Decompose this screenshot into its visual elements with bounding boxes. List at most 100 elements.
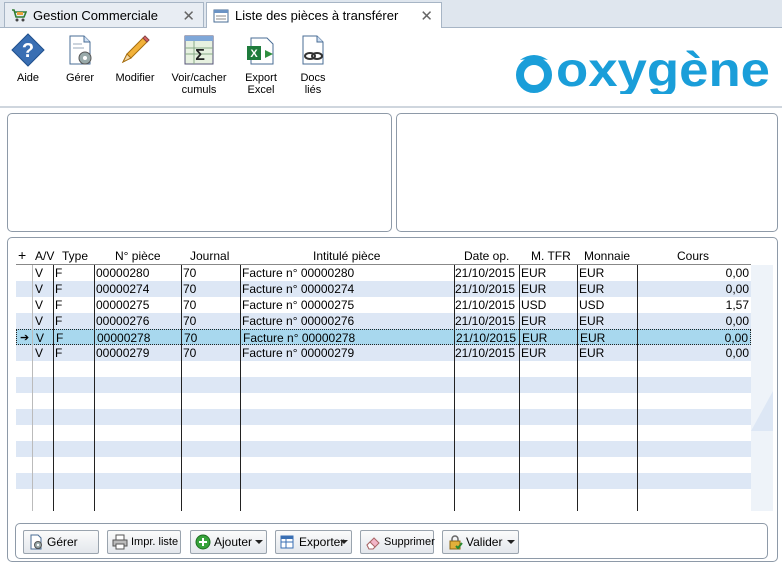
col-cours[interactable]: Cours <box>677 249 709 263</box>
cell-cours: 0,00 <box>725 266 749 280</box>
cell-journal: 70 <box>183 266 197 280</box>
empty-row[interactable] <box>16 377 751 393</box>
empty-row[interactable] <box>16 473 751 489</box>
palm-tree-icon <box>516 55 552 93</box>
docs-label-2: liés <box>304 84 322 96</box>
cell-intitule: Facture n° 00000276 <box>242 314 355 328</box>
tab-bar: Gestion Commerciale ✕ Liste des pièces à… <box>0 0 782 28</box>
empty-row[interactable] <box>16 457 751 473</box>
table-row[interactable]: V F 00000279 70 Facture n° 00000279 21/10/201… <box>16 345 751 361</box>
chevron-down-icon <box>507 540 515 544</box>
grid-header: + A/V Type N° pièce Journal Intitulé piè… <box>16 247 751 265</box>
col-type[interactable]: Type <box>62 249 88 263</box>
gerer-button-label: Gérer <box>47 535 78 549</box>
tab-gestion-commerciale[interactable]: Gestion Commerciale ✕ <box>4 2 204 27</box>
voir-cacher-cumuls-button[interactable]: Σ Voir/cacher cumuls <box>170 32 228 96</box>
empty-row[interactable] <box>16 361 751 377</box>
col-date-op[interactable]: Date op. <box>464 249 509 263</box>
toolbar: ? Aide Gérer Modifier Σ Voir/cacher cumu… <box>0 28 782 107</box>
tab-label: Liste des pièces à transférer <box>235 8 399 23</box>
exporter-label: Exporter <box>299 535 345 549</box>
aide-button[interactable]: ? Aide <box>8 32 48 84</box>
cell-type: F <box>56 331 64 345</box>
empty-row[interactable] <box>16 393 751 409</box>
voir-label-2: cumuls <box>181 84 217 96</box>
col-m-tfr[interactable]: M. TFR <box>531 249 571 263</box>
empty-row[interactable] <box>16 425 751 441</box>
impr-liste-button[interactable]: Impr. liste <box>107 530 181 554</box>
cell-av: V <box>35 298 44 312</box>
cell-monnaie: USD <box>579 298 605 312</box>
pieces-grid: + A/V Type N° pièce Journal Intitulé piè… <box>16 247 751 511</box>
cell-num: 00000275 <box>96 298 150 312</box>
voir-label-1: Voir/cacher <box>171 72 227 84</box>
cell-date: 21/10/2015 <box>455 346 516 360</box>
chevron-down-icon <box>255 540 263 544</box>
cell-intitule: Facture n° 00000280 <box>242 266 355 280</box>
cell-num: 00000280 <box>96 266 150 280</box>
export-table-icon <box>280 535 294 549</box>
close-icon[interactable]: ✕ <box>182 7 195 25</box>
cell-cours: 0,00 <box>725 346 749 360</box>
close-icon[interactable]: ✕ <box>420 7 433 25</box>
toolbar-divider <box>0 106 782 108</box>
supprimer-label: Supprimer <box>384 536 435 548</box>
table-row[interactable]: V F 00000275 70 Facture n° 00000275 21/10/201… <box>16 297 751 313</box>
cell-intitule: Facture n° 00000275 <box>242 298 355 312</box>
left-info-panel <box>7 113 392 232</box>
empty-row[interactable] <box>16 441 751 457</box>
excel-export-icon: X <box>247 37 274 65</box>
table-row[interactable]: ➔ V F 00000278 70 Facture n° 00000278 21/10/20… <box>16 329 751 345</box>
cell-date: 21/10/2015 <box>455 298 516 312</box>
col-divider <box>519 265 520 511</box>
docs-label-1: Docs <box>300 72 326 84</box>
cell-num: 00000274 <box>96 282 150 296</box>
gerer-button[interactable]: Gérer <box>23 530 99 554</box>
cell-monnaie: EUR <box>579 314 605 328</box>
cell-journal: 70 <box>183 282 197 296</box>
supprimer-button[interactable]: Supprimer <box>360 530 435 554</box>
valider-button[interactable]: Valider <box>442 530 519 554</box>
table-row[interactable]: V F 00000280 70 Facture n° 00000280 21/10/201… <box>16 265 751 281</box>
cell-mtfr: USD <box>521 298 547 312</box>
export-label-2: Excel <box>247 84 275 96</box>
empty-row[interactable] <box>16 409 751 425</box>
cell-journal: 70 <box>184 331 198 345</box>
grid-scrollbar[interactable] <box>751 265 773 511</box>
modifier-button[interactable]: Modifier <box>112 32 158 84</box>
table-row[interactable]: V F 00000276 70 Facture n° 00000276 21/10/201… <box>16 313 751 329</box>
ajouter-button[interactable]: Ajouter <box>190 530 267 554</box>
tab-liste-pieces[interactable]: Liste des pièces à transférer ✕ <box>206 2 442 28</box>
docs-lies-button[interactable]: Docs liés <box>293 32 333 96</box>
logo-text: oxygène <box>556 46 770 94</box>
cell-journal: 70 <box>183 346 197 360</box>
cell-monnaie: EUR <box>580 331 606 345</box>
gerer-toolbar-button[interactable]: Gérer <box>60 32 100 84</box>
col-journal[interactable]: Journal <box>190 249 229 263</box>
add-row-icon[interactable]: + <box>18 247 26 263</box>
cell-num: 00000279 <box>96 346 150 360</box>
cell-type: F <box>55 298 63 312</box>
gerer-label: Gérer <box>65 72 95 84</box>
col-intitule[interactable]: Intitulé pièce <box>313 249 380 263</box>
col-divider <box>240 265 241 511</box>
printer-icon <box>112 534 128 550</box>
empty-row[interactable] <box>16 489 751 505</box>
col-divider <box>637 265 638 511</box>
cell-num: 00000276 <box>96 314 150 328</box>
col-monnaie[interactable]: Monnaie <box>584 249 630 263</box>
table-row[interactable]: V F 00000274 70 Facture n° 00000274 21/10/201… <box>16 281 751 297</box>
valider-label: Valider <box>466 535 503 549</box>
oxygene-logo: oxygène <box>512 44 774 97</box>
cell-type: F <box>55 314 63 328</box>
cell-date: 21/10/2015 <box>456 331 517 345</box>
exporter-button[interactable]: Exporter <box>275 530 352 554</box>
aide-label: Aide <box>16 72 40 84</box>
col-divider <box>577 265 578 511</box>
cell-mtfr: EUR <box>521 314 547 328</box>
col-av[interactable]: A/V <box>35 249 54 263</box>
cell-monnaie: EUR <box>579 282 605 296</box>
cell-av: V <box>35 346 44 360</box>
col-num-piece[interactable]: N° pièce <box>115 249 161 263</box>
export-excel-button[interactable]: X Export Excel <box>240 32 282 96</box>
